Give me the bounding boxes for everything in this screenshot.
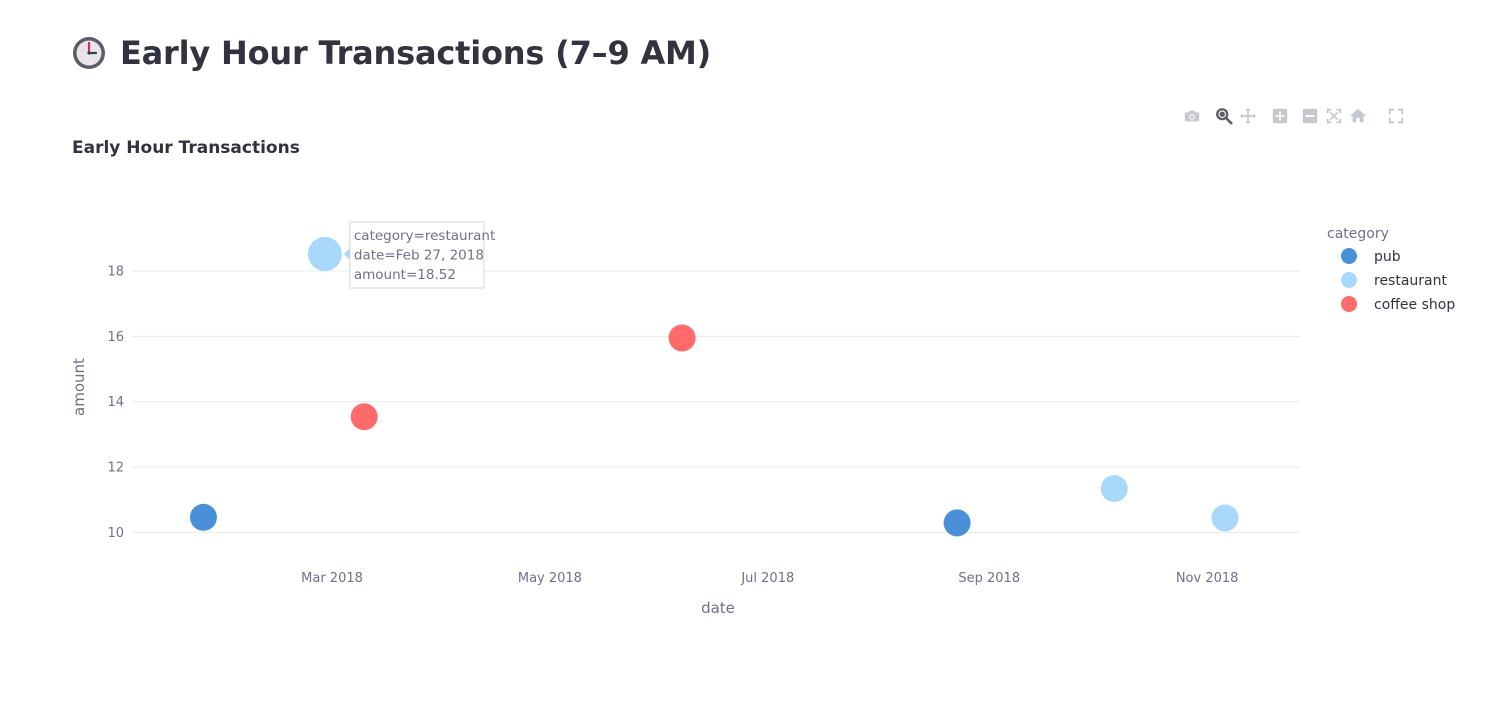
- x-tick-label: Mar 2018: [301, 571, 363, 586]
- legend-item-coffee-shop[interactable]: coffee shop: [1341, 296, 1455, 313]
- y-tick-label: 14: [107, 395, 124, 410]
- tooltip-line: amount=18.52: [354, 267, 456, 283]
- x-tick-label: Sep 2018: [958, 571, 1020, 586]
- data-point-pub[interactable]: [943, 509, 971, 537]
- y-tick-label: 18: [107, 265, 124, 280]
- x-tick-label: Nov 2018: [1176, 571, 1239, 586]
- tooltip-pointer: [343, 248, 350, 261]
- y-axis-ticks: 10 12 14 16 18: [107, 265, 124, 541]
- legend-label: restaurant: [1374, 273, 1448, 289]
- x-tick-label: Jul 2018: [740, 571, 794, 586]
- legend-item-pub[interactable]: pub: [1341, 248, 1401, 265]
- y-tick-label: 12: [107, 461, 124, 476]
- data-point-restaurant[interactable]: [1211, 504, 1239, 532]
- x-tick-label: May 2018: [518, 571, 582, 586]
- legend-marker: [1341, 272, 1357, 288]
- data-point-coffee-shop[interactable]: [350, 403, 378, 431]
- x-axis-ticks: Mar 2018 May 2018 Jul 2018 Sep 2018 Nov 2018: [301, 571, 1238, 586]
- legend-item-restaurant[interactable]: restaurant: [1341, 272, 1448, 289]
- scatter-chart[interactable]: 10 12 14 16 18 Mar 2018 May 2018 Jul 2018 Sep 2…: [0, 0, 1502, 705]
- y-axis-title: amount: [70, 358, 88, 416]
- legend-title: category: [1327, 226, 1389, 242]
- y-tick-label: 10: [107, 526, 124, 541]
- legend-label: coffee shop: [1374, 297, 1455, 313]
- legend-marker: [1341, 248, 1357, 264]
- hover-tooltip: category=restaurant date=Feb 27, 2018 amou…: [343, 221, 495, 289]
- data-point-restaurant[interactable]: [307, 237, 342, 272]
- tooltip-line: date=Feb 27, 2018: [354, 248, 484, 264]
- y-tick-label: 16: [107, 330, 124, 345]
- data-points: [189, 237, 1239, 537]
- legend-label: pub: [1374, 249, 1401, 265]
- x-axis-title: date: [701, 599, 735, 617]
- data-point-restaurant[interactable]: [1100, 475, 1128, 503]
- data-point-coffee-shop[interactable]: [668, 324, 696, 352]
- legend: category pub restaurant coffee shop: [1327, 226, 1455, 313]
- data-point-pub[interactable]: [189, 503, 217, 531]
- legend-marker: [1341, 296, 1357, 312]
- tooltip-line: category=restaurant: [354, 228, 495, 244]
